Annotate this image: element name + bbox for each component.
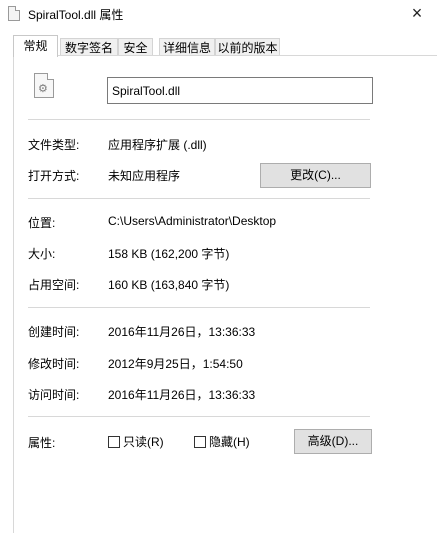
attributes-label: 属性: [28,436,56,450]
title-bar: SpiralTool.dll 属性 × [0,0,437,30]
window-title: SpiralTool.dll 属性 [28,8,124,22]
hidden-checkbox-box[interactable] [194,436,206,448]
created-label: 创建时间: [28,325,80,339]
tab-digital-signatures[interactable]: 数字签名 [60,38,118,56]
opens-with-value: 未知应用程序 [108,169,181,183]
gear-icon: ⚙ [38,83,48,95]
change-button[interactable]: 更改(C)... [260,163,371,188]
tab-general[interactable]: 常规 [13,35,58,57]
separator [28,119,370,120]
tab-security[interactable]: 安全 [118,38,153,56]
accessed-value: 2016年11月26日，13:36:33 [108,388,256,402]
modified-value: 2012年9月25日，1:54:50 [108,357,243,371]
tab-previous-versions[interactable]: 以前的版本 [215,38,280,56]
separator [28,307,370,308]
size-value: 158 KB (162,200 字节) [108,247,230,261]
accessed-label: 访问时间: [28,388,80,402]
file-type-label: 文件类型: [28,138,80,152]
hidden-checkbox-label: 隐藏(H) [209,435,250,449]
readonly-checkbox-box[interactable] [108,436,120,448]
size-on-disk-value: 160 KB (163,840 字节) [108,278,230,292]
readonly-checkbox-label: 只读(R) [123,435,164,449]
location-value: C:\Users\Administrator\Desktop [108,214,277,228]
advanced-button[interactable]: 高级(D)... [294,429,372,454]
close-button[interactable]: × [397,0,437,28]
created-value: 2016年11月26日，13:36:33 [108,325,256,339]
location-label: 位置: [28,216,56,230]
modified-label: 修改时间: [28,357,80,371]
separator [28,198,370,199]
file-type-value: 应用程序扩展 (.dll) [108,138,207,152]
separator [28,416,370,417]
size-label: 大小: [28,247,56,261]
dll-file-icon: ⚙ [34,73,54,98]
opens-with-label: 打开方式: [28,169,80,183]
general-tab-panel [13,55,437,533]
size-on-disk-label: 占用空间: [28,278,80,292]
tab-details[interactable]: 详细信息 [159,38,215,56]
file-icon [8,6,20,21]
filename-input[interactable] [107,77,373,104]
